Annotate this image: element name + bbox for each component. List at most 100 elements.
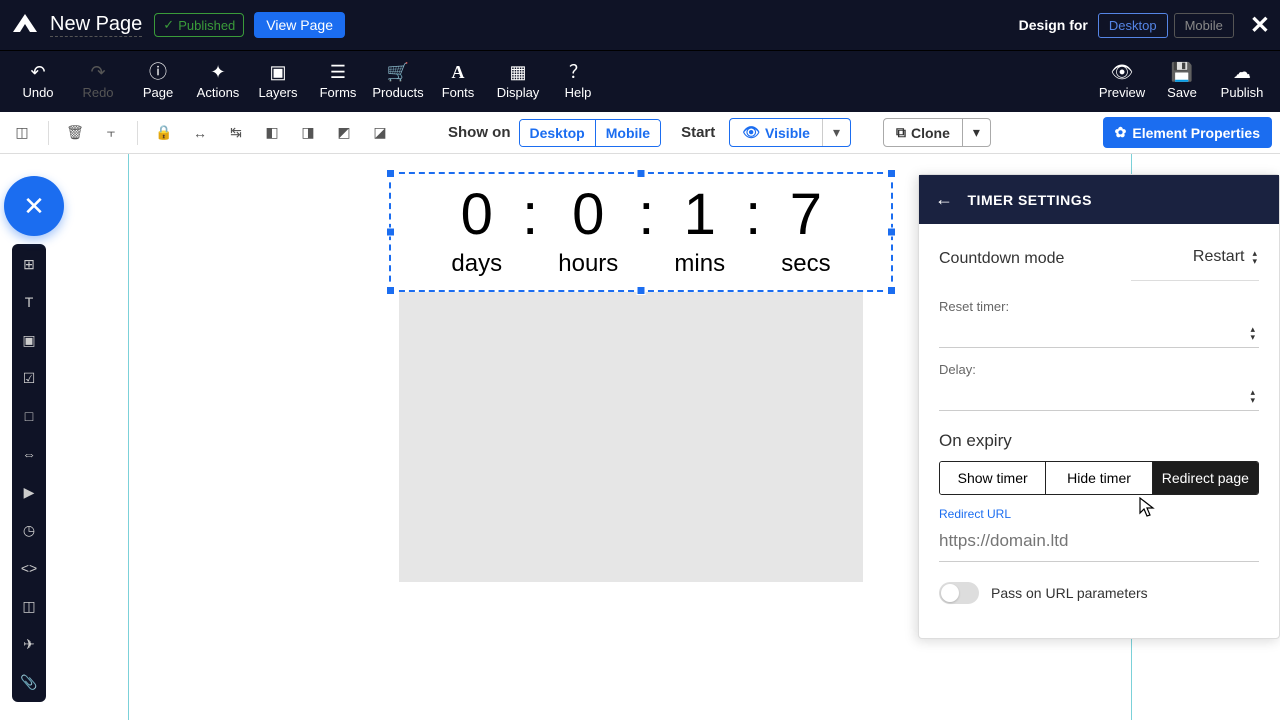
tool-puzzle-icon[interactable]: ⊞ bbox=[17, 252, 41, 276]
timer-hours-value: 0 bbox=[572, 186, 604, 244]
tool-embed-icon[interactable]: ⇔ bbox=[17, 442, 41, 466]
tool-video-icon[interactable]: ▶ bbox=[17, 480, 41, 504]
hide-timer-button[interactable]: Hide timer bbox=[1045, 462, 1151, 494]
chevron-updown-icon bbox=[1252, 249, 1257, 265]
resize-handle[interactable] bbox=[386, 228, 395, 237]
select-none-icon[interactable]: ◫ bbox=[8, 119, 36, 147]
clone-button[interactable]: ⧉Clone bbox=[884, 119, 962, 146]
timer-element-selected[interactable]: 0days : 0hours : 1mins : 7secs bbox=[389, 172, 893, 292]
app-logo-icon bbox=[10, 10, 40, 40]
undo-button[interactable]: ↶Undo bbox=[8, 51, 68, 113]
preview-button[interactable]: 👁Preview bbox=[1092, 51, 1152, 113]
delete-icon[interactable]: 🗑 bbox=[61, 119, 89, 147]
redo-icon: ↷ bbox=[90, 63, 105, 81]
timer-secs-label: secs bbox=[781, 250, 830, 278]
timer-days-label: days bbox=[451, 250, 502, 278]
display-button[interactable]: ▦Display bbox=[488, 51, 548, 113]
eye-icon: 👁 bbox=[742, 124, 760, 141]
element-toolbar: ◫ 🗑 ⫟ 🔒 ↔ ↹ ◧ ◨ ◩ ◪ Show on Desktop Mobi… bbox=[0, 112, 1280, 154]
element-properties-button[interactable]: ✿Element Properties bbox=[1103, 117, 1272, 148]
wand-icon: ✦ bbox=[210, 63, 225, 81]
redirect-page-button[interactable]: Redirect page bbox=[1152, 462, 1258, 494]
tool-share-icon[interactable]: ✈ bbox=[17, 632, 41, 656]
resize-handle[interactable] bbox=[637, 169, 646, 178]
forms-button[interactable]: ☰Forms bbox=[308, 51, 368, 113]
page-button[interactable]: ⓘPage bbox=[128, 51, 188, 113]
actions-button[interactable]: ✦Actions bbox=[188, 51, 248, 113]
bring-front-icon[interactable]: ◧ bbox=[258, 119, 286, 147]
design-for-label: Design for bbox=[1019, 17, 1088, 33]
resize-handle[interactable] bbox=[386, 286, 395, 295]
show-on-mobile-button[interactable]: Mobile bbox=[595, 120, 660, 146]
resize-handle[interactable] bbox=[887, 169, 896, 178]
back-arrow-icon[interactable]: ← bbox=[935, 189, 954, 210]
check-icon: ✓ bbox=[163, 17, 174, 33]
save-icon: 💾 bbox=[1171, 63, 1193, 81]
ungroup-icon[interactable]: ◪ bbox=[366, 119, 394, 147]
timer-mins-label: mins bbox=[674, 250, 725, 278]
view-page-button[interactable]: View Page bbox=[254, 12, 345, 38]
eye-icon: 👁 bbox=[1111, 63, 1134, 81]
countdown-mode-label: Countdown mode bbox=[939, 250, 1064, 268]
align-center-icon[interactable]: ↹ bbox=[222, 119, 250, 147]
visible-button[interactable]: 👁Visible bbox=[730, 119, 822, 146]
pass-url-params-toggle[interactable] bbox=[939, 582, 979, 604]
clone-caret-button[interactable]: ▾ bbox=[962, 119, 990, 146]
show-on-desktop-button[interactable]: Desktop bbox=[520, 120, 595, 146]
reset-timer-select[interactable] bbox=[939, 318, 1259, 348]
design-mobile-button[interactable]: Mobile bbox=[1174, 13, 1234, 38]
page-title[interactable]: New Page bbox=[50, 13, 142, 37]
clone-icon: ⧉ bbox=[896, 124, 906, 141]
resize-handle[interactable] bbox=[637, 286, 646, 295]
tool-image-icon[interactable]: ▣ bbox=[17, 328, 41, 352]
stretch-horizontal-icon[interactable]: ↔ bbox=[186, 119, 214, 147]
save-button[interactable]: 💾Save bbox=[1152, 51, 1212, 113]
chevron-updown-icon bbox=[1250, 388, 1255, 404]
countdown-mode-select[interactable]: Restart bbox=[1191, 244, 1259, 274]
products-button[interactable]: 🛒Products bbox=[368, 51, 428, 113]
design-desktop-button[interactable]: Desktop bbox=[1098, 13, 1168, 38]
close-fab-button[interactable]: ✕ bbox=[4, 176, 64, 236]
redirect-url-label: Redirect URL bbox=[939, 507, 1259, 521]
tool-box-icon[interactable]: □ bbox=[17, 404, 41, 428]
layers-icon: ▣ bbox=[269, 63, 286, 81]
send-back-icon[interactable]: ◨ bbox=[294, 119, 322, 147]
lock-icon[interactable]: 🔒 bbox=[150, 119, 178, 147]
group-icon[interactable]: ◩ bbox=[330, 119, 358, 147]
timer-settings-panel: ← TIMER SETTINGS Countdown mode Restart … bbox=[918, 174, 1280, 639]
tool-panel-icon[interactable]: ◫ bbox=[17, 594, 41, 618]
font-icon: A bbox=[452, 63, 465, 81]
start-visible-group: 👁Visible ▾ bbox=[729, 118, 851, 147]
delay-select[interactable] bbox=[939, 381, 1259, 411]
chevron-updown-icon bbox=[1250, 325, 1255, 341]
tool-text-icon[interactable]: T bbox=[17, 290, 41, 314]
resize-handle[interactable] bbox=[887, 228, 896, 237]
tool-attach-icon[interactable]: 📎 bbox=[17, 670, 41, 694]
fonts-button[interactable]: AFonts bbox=[428, 51, 488, 113]
info-icon: ⓘ bbox=[149, 63, 167, 81]
close-icon[interactable]: ✕ bbox=[1250, 11, 1270, 40]
show-timer-button[interactable]: Show timer bbox=[940, 462, 1045, 494]
visible-caret-button[interactable]: ▾ bbox=[822, 119, 850, 146]
timer-display: 0days : 0hours : 1mins : 7secs bbox=[451, 186, 830, 278]
resize-handle[interactable] bbox=[887, 286, 896, 295]
list-icon: ☰ bbox=[330, 63, 346, 81]
tool-timer-icon[interactable]: ◷ bbox=[17, 518, 41, 542]
placeholder-block[interactable] bbox=[399, 292, 863, 582]
ribbon: ↶Undo ↷Redo ⓘPage ✦Actions ▣Layers ☰Form… bbox=[0, 50, 1280, 112]
layers-button[interactable]: ▣Layers bbox=[248, 51, 308, 113]
undo-icon: ↶ bbox=[30, 63, 45, 81]
resize-handle[interactable] bbox=[386, 169, 395, 178]
spacing-icon[interactable]: ⫟ bbox=[97, 119, 125, 147]
on-expiry-label: On expiry bbox=[939, 431, 1259, 451]
help-button[interactable]: ？Help bbox=[548, 51, 608, 113]
redo-button[interactable]: ↷Redo bbox=[68, 51, 128, 113]
timer-secs-value: 7 bbox=[790, 186, 822, 244]
show-on-label: Show on bbox=[448, 124, 511, 141]
tool-checklist-icon[interactable]: ☑ bbox=[17, 366, 41, 390]
tool-code-icon[interactable]: <> bbox=[17, 556, 41, 580]
redirect-url-input[interactable] bbox=[939, 525, 1259, 562]
show-on-group: Desktop Mobile bbox=[519, 119, 662, 147]
pass-url-params-label: Pass on URL parameters bbox=[991, 585, 1148, 601]
publish-button[interactable]: ☁Publish bbox=[1212, 51, 1272, 113]
